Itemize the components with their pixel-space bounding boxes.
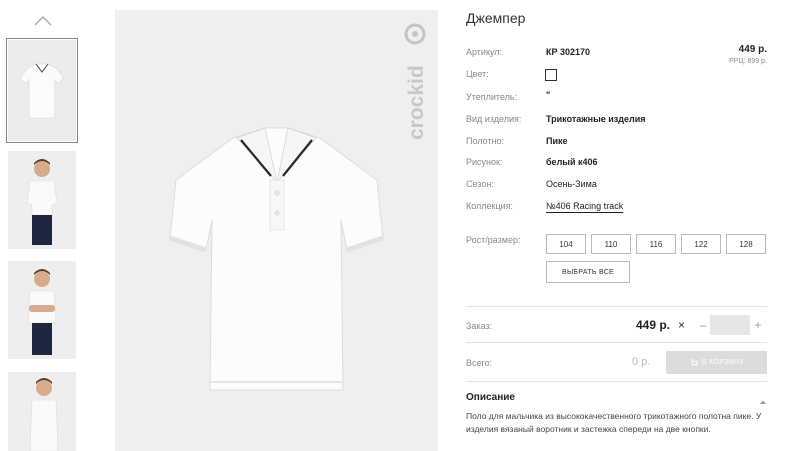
main-product-image <box>115 10 438 451</box>
fabric-value: Пике <box>546 136 568 146</box>
size-option-116[interactable]: 116 <box>636 234 676 254</box>
crockid-watermark-logo: crockid <box>395 22 435 142</box>
thumbnail-model-side[interactable] <box>8 372 76 451</box>
pattern-label: Рисунок: <box>466 157 503 167</box>
size-option-122[interactable]: 122 <box>681 234 721 254</box>
pattern-value: белый к406 <box>546 157 598 167</box>
fabric-label: Полотно: <box>466 136 505 146</box>
quantity-decrement-button[interactable]: – <box>697 318 709 332</box>
add-to-cart-button[interactable]: В КОРЗИНУ <box>666 351 767 374</box>
size-option-128[interactable]: 128 <box>726 234 766 254</box>
product-title: Джемпер <box>466 10 526 26</box>
quantity-increment-button[interactable]: + <box>752 318 764 332</box>
watermark-text: crockid <box>405 65 428 140</box>
thumbnail-polo-flat[interactable] <box>6 38 78 143</box>
times-icon: × <box>678 318 686 332</box>
divider <box>466 342 767 343</box>
thumbnail-model-arms-crossed[interactable] <box>8 261 76 359</box>
collection-link[interactable]: №406 Racing track <box>546 201 623 211</box>
cart-icon <box>689 355 699 370</box>
product-price: 449 р. <box>738 44 767 55</box>
quantity-input[interactable] <box>710 315 750 335</box>
description-toggle[interactable]: Описание <box>466 392 515 403</box>
select-all-sizes-button[interactable]: ВЫБРАТЬ ВСЕ <box>546 261 630 283</box>
description-text: Поло для мальчика из высококачественного… <box>466 411 762 435</box>
collection-label: Коллекция: <box>466 201 514 211</box>
recommended-retail-price: РРЦ: 899 р. <box>729 58 767 65</box>
order-label: Заказ: <box>466 321 493 331</box>
total-label: Всего: <box>466 358 493 368</box>
article-value: КР 302170 <box>546 47 591 57</box>
color-swatch-white[interactable] <box>545 69 557 81</box>
product-type-label: Вид изделия: <box>466 114 522 124</box>
article-label: Артикул: <box>466 47 503 57</box>
season-value: Осень-Зима <box>546 179 597 189</box>
divider <box>466 306 767 307</box>
insulation-value: " <box>546 90 551 100</box>
total-value: 0 р. <box>632 356 651 368</box>
order-price: 449 р. <box>636 318 671 332</box>
thumbnails-up-arrow-icon[interactable] <box>32 14 54 28</box>
size-option-104[interactable]: 104 <box>546 234 586 254</box>
add-to-cart-label: В КОРЗИНУ <box>701 359 745 366</box>
chevron-up-icon[interactable] <box>758 393 768 404</box>
size-option-110[interactable]: 110 <box>591 234 631 254</box>
size-label: Рост/размер: <box>466 235 521 245</box>
thumbnail-model-front[interactable] <box>8 151 76 249</box>
insulation-label: Утеплитель: <box>466 92 518 102</box>
divider <box>466 381 767 382</box>
product-type-value: Трикотажные изделия <box>546 114 646 124</box>
season-label: Сезон: <box>466 179 494 189</box>
color-label: Цвет: <box>466 69 489 79</box>
